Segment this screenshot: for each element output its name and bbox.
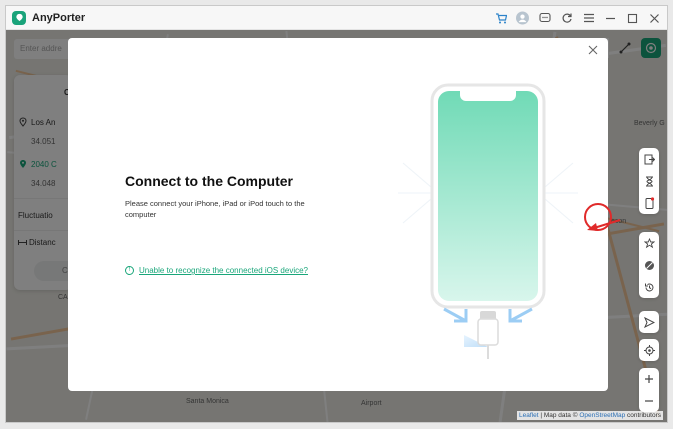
- zoom-in-icon[interactable]: [639, 368, 659, 390]
- toolbar-group-1: [639, 148, 659, 214]
- dialog-description: Please connect your iPhone, iPad or iPod…: [125, 199, 305, 219]
- menu-icon[interactable]: [582, 12, 595, 25]
- dialog-title: Connect to the Computer: [125, 173, 293, 189]
- device-icon[interactable]: [639, 192, 659, 214]
- block-icon[interactable]: [639, 254, 659, 276]
- leaflet-link[interactable]: Leaflet: [519, 412, 539, 419]
- toolbar-group-3: [639, 311, 659, 333]
- refresh-icon[interactable]: [560, 12, 573, 25]
- connect-device-dialog: Connect to the Computer Please connect y…: [68, 38, 608, 391]
- star-icon[interactable]: [639, 232, 659, 254]
- help-link[interactable]: ! Unable to recognize the connected iOS …: [125, 266, 308, 275]
- close-icon[interactable]: [648, 12, 661, 25]
- info-icon: !: [125, 266, 134, 275]
- user-avatar-icon[interactable]: [516, 11, 529, 25]
- locate-icon[interactable]: [639, 339, 659, 361]
- exit-icon[interactable]: [639, 148, 659, 170]
- help-link-text[interactable]: Unable to recognize the connected iOS de…: [139, 266, 308, 275]
- annotation-arrow-icon: [587, 218, 621, 231]
- send-icon[interactable]: [639, 311, 659, 333]
- toolbar-group-2: [639, 232, 659, 298]
- map-attribution: Leaflet | Map data © OpenStreetMap contr…: [516, 411, 663, 420]
- app-logo-icon: [12, 10, 26, 25]
- chat-icon[interactable]: [538, 12, 551, 25]
- toolbar-group-4: [639, 339, 659, 361]
- maximize-icon[interactable]: [626, 12, 639, 25]
- title-bar: AnyPorter: [6, 6, 667, 30]
- app-title: AnyPorter: [32, 11, 86, 24]
- osm-link[interactable]: OpenStreetMap: [579, 412, 625, 419]
- hourglass-icon[interactable]: [639, 170, 659, 192]
- zoom-out-icon[interactable]: [639, 390, 659, 412]
- phone-illustration: [398, 83, 578, 363]
- dialog-close-icon[interactable]: [586, 44, 600, 58]
- cart-icon[interactable]: [494, 12, 507, 25]
- history-icon[interactable]: [639, 276, 659, 298]
- zoom-control: [639, 368, 659, 412]
- app-window: AnyPorter Leaflet | Map data © OpenStree…: [5, 5, 668, 423]
- minimize-icon[interactable]: [604, 12, 617, 25]
